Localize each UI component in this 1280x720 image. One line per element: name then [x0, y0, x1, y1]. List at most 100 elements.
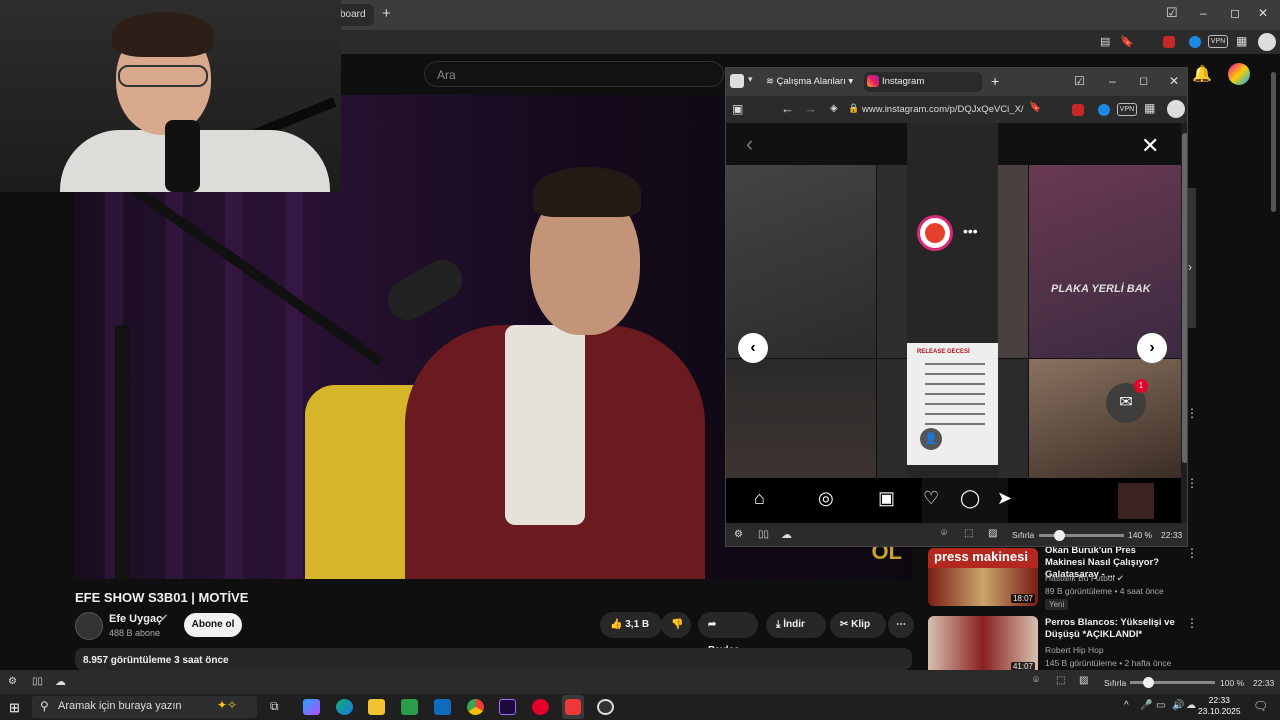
forward-icon[interactable]: → [804, 101, 817, 116]
new-tab-button[interactable]: + [991, 73, 999, 89]
description-box[interactable]: 8.957 görüntüleme 3 saat önce [75, 648, 912, 670]
dislike-button[interactable]: 👎 [661, 612, 691, 638]
new-tab-button[interactable]: + [382, 5, 391, 22]
notification-center-icon[interactable]: 🗨 [1253, 699, 1268, 713]
grid-post[interactable]: PLAKA YERLİ BAK [1029, 165, 1181, 358]
minimize-button[interactable]: – [1109, 74, 1116, 88]
reset-zoom-button[interactable]: Sıfırla [1012, 530, 1034, 540]
profile-icon[interactable] [1167, 100, 1185, 118]
rec-thumbnail[interactable]: press makinesi 18:07 [928, 548, 1038, 606]
copilot-icon[interactable] [303, 699, 320, 715]
rec-title[interactable]: Perros Blancos: Yükselişi ve Düşüşü *AÇI… [1045, 617, 1175, 641]
rec-channel[interactable]: Robert Hip Hop [1045, 645, 1104, 655]
grid-post[interactable] [877, 165, 907, 358]
vpn-icon[interactable]: VPN [1208, 35, 1228, 48]
grid-post[interactable] [726, 359, 876, 479]
tray-chevron-icon[interactable]: ^ [1124, 700, 1129, 711]
zoom-slider[interactable] [1130, 677, 1215, 688]
more-options-icon[interactable]: ⋮ [1186, 546, 1198, 560]
download-button[interactable]: ⤓ İndir [766, 612, 826, 638]
tiling-icon[interactable]: ▯▯ [32, 676, 43, 687]
profile-icon[interactable] [1258, 33, 1276, 51]
lock-icon[interactable]: 🔒 [848, 103, 859, 114]
tab-list-icon[interactable]: ☑ [1074, 74, 1085, 88]
tab-list-icon[interactable]: ☑ [1166, 5, 1178, 21]
minimize-button[interactable]: – [1200, 6, 1207, 20]
zoom-slider-handle[interactable] [1054, 530, 1065, 541]
send-icon[interactable]: ➤ [997, 488, 1012, 509]
previous-arrow-button[interactable]: ‹ [738, 333, 768, 363]
rec-channel[interactable]: Hastalık Bu Futbol ✔ [1045, 573, 1124, 584]
zoom-slider[interactable] [1039, 530, 1124, 541]
close-button[interactable]: ✕ [1258, 6, 1268, 20]
profile-thumbnail[interactable] [1118, 483, 1154, 519]
story-image[interactable]: RELEASE GECESİ 👤 [907, 343, 998, 465]
close-button[interactable]: ✕ [1169, 74, 1179, 88]
volume-icon[interactable]: 🔊 [1172, 700, 1184, 711]
bookmark-icon[interactable]: 🔖 [1120, 35, 1134, 48]
clip-button[interactable]: ✂ Klip [830, 612, 886, 638]
premiere-icon[interactable] [499, 699, 516, 715]
more-options-icon[interactable]: ••• [963, 223, 978, 239]
user-icon[interactable]: 👤 [920, 428, 942, 450]
settings-icon[interactable]: ⚙ [8, 676, 17, 687]
workspaces-label[interactable]: ≋ Çalışma Alanları ▾ [766, 76, 853, 87]
share-button[interactable]: ➦ Paylaş [698, 612, 758, 656]
more-actions-button[interactable]: ⋯ [888, 612, 914, 638]
cloud-icon[interactable]: ☁ [55, 675, 66, 688]
capture-icon[interactable]: ⌾ [1033, 675, 1039, 686]
channel-name[interactable]: Efe Uygaç [109, 613, 162, 625]
home-icon[interactable]: ⌂ [754, 488, 765, 509]
search-input[interactable]: Ara [424, 61, 724, 87]
rec-thumbnail[interactable]: 41:07 [928, 616, 1038, 674]
page-tiling-icon[interactable]: ⬚ [1056, 675, 1065, 686]
extension-icon[interactable] [1189, 36, 1201, 48]
reader-icon[interactable]: ▤ [1100, 35, 1110, 48]
back-icon[interactable]: ← [781, 101, 794, 116]
edge-icon[interactable] [336, 699, 353, 715]
capture-icon[interactable]: ⌾ [941, 528, 947, 539]
microphone-icon[interactable]: 🎤 [1140, 700, 1152, 711]
bookmark-icon[interactable]: 🔖 [1029, 102, 1041, 113]
back-icon[interactable]: ‹ [746, 131, 753, 157]
file-explorer-icon[interactable] [368, 699, 385, 715]
grid-post[interactable] [877, 359, 907, 479]
extensions-icon[interactable]: ▦ [1144, 101, 1155, 115]
messages-button[interactable]: ✉ 1 [1106, 379, 1148, 423]
taskbar-search-input[interactable]: ⚲ Aramak için buraya yazın ✦✧ [32, 696, 257, 718]
avatar[interactable] [1228, 63, 1250, 85]
shield-icon[interactable]: ◈ [830, 103, 838, 114]
outlook-icon[interactable] [434, 699, 451, 715]
grid-post[interactable] [1029, 359, 1181, 479]
popup-scrollbar[interactable] [1181, 123, 1187, 523]
story-viewer[interactable]: ••• RELEASE GECESİ 👤 [907, 123, 998, 523]
browser-tab-active[interactable]: board [336, 4, 374, 26]
scrollbar-thumb[interactable] [1182, 133, 1187, 463]
subscribe-button[interactable]: Abone ol [184, 613, 242, 637]
like-button[interactable]: 👍 3,1 B [600, 612, 662, 638]
task-view-icon[interactable]: ⧉ [270, 699, 279, 714]
maximize-button[interactable]: ◻ [1230, 6, 1240, 20]
url-field[interactable]: www.instagram.com/p/DQJxQeVCi_X/ [862, 104, 1024, 115]
obs-icon[interactable] [597, 699, 614, 715]
page-tiling-icon[interactable]: ⬚ [964, 528, 973, 539]
reels-icon[interactable]: ▣ [878, 488, 895, 509]
taskbar-clock[interactable]: 22:33 23.10.2025 [1198, 695, 1241, 717]
opera-icon[interactable] [532, 699, 549, 715]
chevron-down-icon[interactable]: ▾ [748, 74, 753, 85]
explore-icon[interactable]: ◎ [818, 488, 834, 509]
chevron-right-icon[interactable]: › [1188, 260, 1192, 274]
grid-post[interactable] [998, 165, 1028, 358]
comment-icon[interactable]: ◯ [960, 488, 980, 509]
network-icon[interactable]: ▭ [1156, 700, 1165, 711]
grid-post[interactable] [726, 165, 876, 358]
page-scrollbar[interactable] [1270, 62, 1278, 662]
image-icon[interactable]: ▨ [988, 528, 997, 539]
vpn-icon[interactable]: VPN [1117, 103, 1137, 116]
extension-icon[interactable] [1098, 104, 1110, 116]
more-options-icon[interactable]: ⋮ [1186, 616, 1198, 630]
maximize-button[interactable]: ◻ [1139, 74, 1148, 87]
extension-icon[interactable] [1163, 36, 1175, 48]
windows-start-icon[interactable]: ⊞ [9, 700, 20, 716]
scrollbar-thumb[interactable] [1271, 72, 1276, 212]
